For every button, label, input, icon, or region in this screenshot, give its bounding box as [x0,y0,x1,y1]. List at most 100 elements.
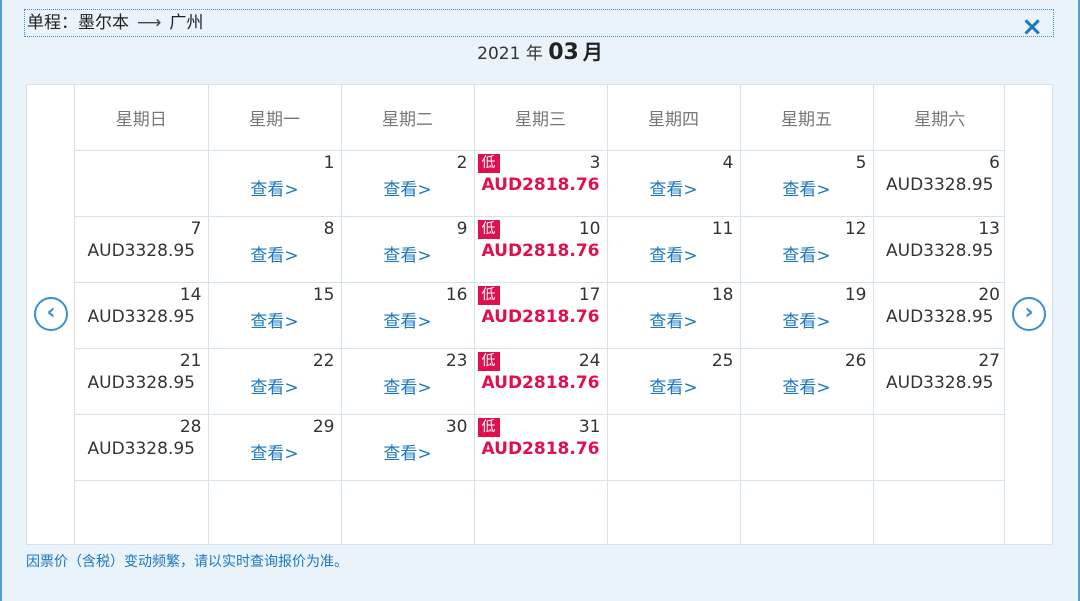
calendar-empty-cell [75,150,209,217]
origin-city: 墨尔本 [78,13,129,33]
calendar-grid: 星期日 星期一 星期二 星期三 星期四 星期五 星期六 1 查看> 2 查看> 3 低 AUD2818.… [75,85,1006,544]
calendar-empty-cell [740,414,874,481]
day-price[interactable]: AUD3328.95 [75,241,208,261]
calendar-day-cell[interactable]: 23 查看> [341,348,475,415]
calendar-day-cell[interactable]: 24 低 AUD2818.76 [474,348,608,415]
weekday-header: 星期四 [607,85,741,151]
calendar-day-cell[interactable]: 6 AUD3328.95 [873,150,1007,217]
day-number: 22 [312,350,335,371]
view-price-link[interactable]: 查看> [741,175,873,200]
calendar-day-cell[interactable]: 10 低 AUD2818.76 [474,216,608,283]
calendar-day-cell[interactable]: 12 查看> [740,216,874,283]
view-price-link[interactable]: 查看> [741,307,873,332]
day-number: 10 [578,218,601,239]
day-price[interactable]: AUD3328.95 [874,373,1007,393]
chevron-left-icon[interactable]: ‹ [34,297,68,331]
view-price-link[interactable]: 查看> [342,439,474,464]
calendar-day-cell[interactable]: 9 查看> [341,216,475,283]
calendar-day-cell[interactable]: 19 查看> [740,282,874,349]
day-number: 1 [323,152,335,173]
calendar-day-cell[interactable]: 3 低 AUD2818.76 [474,150,608,217]
calendar-day-cell[interactable]: 28 AUD3328.95 [75,414,209,481]
calendar-day-cell[interactable]: 2 查看> [341,150,475,217]
view-price-link[interactable]: 查看> [209,373,341,398]
calendar-day-cell[interactable]: 16 查看> [341,282,475,349]
lowest-price[interactable]: AUD2818.76 [475,175,607,195]
day-number: 23 [445,350,468,371]
day-number: 6 [989,152,1000,173]
arrow-right-icon: ⟶ [137,13,162,33]
day-price[interactable]: AUD3328.95 [874,241,1007,261]
day-number: 21 [179,350,202,371]
day-number: 13 [978,218,1000,239]
calendar-day-cell[interactable]: 18 查看> [607,282,741,349]
view-price-link[interactable]: 查看> [209,439,341,464]
view-price-link[interactable]: 查看> [608,175,740,200]
view-price-link[interactable]: 查看> [741,373,873,398]
day-price[interactable]: AUD3328.95 [75,307,208,327]
calendar-day-cell[interactable]: 1 查看> [208,150,342,217]
calendar-week-row [75,480,1006,544]
view-price-link[interactable]: 查看> [342,175,474,200]
weekday-header: 星期三 [474,85,608,151]
calendar-week-row: 28 AUD3328.95 29 查看> 30 查看> 31 低 AUD2818.76 [75,414,1006,481]
view-price-link[interactable]: 查看> [342,373,474,398]
lowest-price[interactable]: AUD2818.76 [475,241,607,261]
day-price[interactable]: AUD3328.95 [874,175,1007,195]
day-number: 17 [578,284,601,305]
calendar: ‹ 星期日 星期一 星期二 星期三 星期四 星期五 星期六 1 查看> 2 查看> 3 低 AUD281… [26,84,1053,545]
calendar-day-cell[interactable]: 13 AUD3328.95 [873,216,1007,283]
calendar-day-cell[interactable]: 27 AUD3328.95 [873,348,1007,415]
calendar-day-cell[interactable]: 26 查看> [740,348,874,415]
view-price-link[interactable]: 查看> [209,175,341,200]
lowest-price[interactable]: AUD2818.76 [475,439,607,459]
day-price[interactable]: AUD3328.95 [75,373,208,393]
day-number: 19 [844,284,867,305]
day-number: 12 [844,218,867,239]
day-number: 9 [456,218,468,239]
chevron-right-icon[interactable]: › [1012,297,1046,331]
calendar-day-cell[interactable]: 21 AUD3328.95 [75,348,209,415]
lowest-price[interactable]: AUD2818.76 [475,307,607,327]
lowest-price-badge: 低 [477,417,500,437]
calendar-day-cell[interactable]: 14 AUD3328.95 [75,282,209,349]
view-price-link[interactable]: 查看> [209,241,341,266]
lowest-price-badge: 低 [477,285,500,305]
calendar-day-cell[interactable]: 15 查看> [208,282,342,349]
calendar-empty-cell [873,414,1006,481]
calendar-day-cell[interactable]: 31 低 AUD2818.76 [474,414,608,481]
calendar-day-cell[interactable]: 20 AUD3328.95 [873,282,1007,349]
day-number: 8 [323,218,335,239]
day-price[interactable]: AUD3328.95 [75,439,208,459]
lowest-price[interactable]: AUD2818.76 [475,373,607,393]
view-price-link[interactable]: 查看> [608,373,740,398]
calendar-day-cell[interactable]: 5 查看> [740,150,874,217]
calendar-day-cell[interactable]: 4 查看> [607,150,741,217]
calendar-day-cell[interactable]: 11 查看> [607,216,741,283]
day-number: 15 [312,284,335,305]
calendar-day-cell[interactable]: 29 查看> [208,414,342,481]
calendar-day-cell[interactable]: 22 查看> [208,348,342,415]
view-price-link[interactable]: 查看> [741,241,873,266]
lowest-price-badge: 低 [477,153,500,173]
day-number: 11 [711,218,734,239]
view-price-link[interactable]: 查看> [342,241,474,266]
calendar-day-cell[interactable]: 25 查看> [607,348,741,415]
calendar-day-cell[interactable]: 8 查看> [208,216,342,283]
day-price[interactable]: AUD3328.95 [874,307,1007,327]
view-price-link[interactable]: 查看> [209,307,341,332]
weekday-header: 星期五 [740,85,874,151]
month-unit: 月 [582,40,603,64]
view-price-link[interactable]: 查看> [608,307,740,332]
lowest-price-badge: 低 [477,219,500,239]
view-price-link[interactable]: 查看> [608,241,740,266]
calendar-day-cell[interactable]: 17 低 AUD2818.76 [474,282,608,349]
year-value: 2021 [477,44,521,64]
calendar-day-cell[interactable]: 7 AUD3328.95 [75,216,209,283]
day-number: 3 [589,152,601,173]
day-number: 18 [711,284,734,305]
weekday-header: 星期二 [341,85,475,151]
calendar-day-cell[interactable]: 30 查看> [341,414,475,481]
day-number: 28 [179,416,202,437]
view-price-link[interactable]: 查看> [342,307,474,332]
